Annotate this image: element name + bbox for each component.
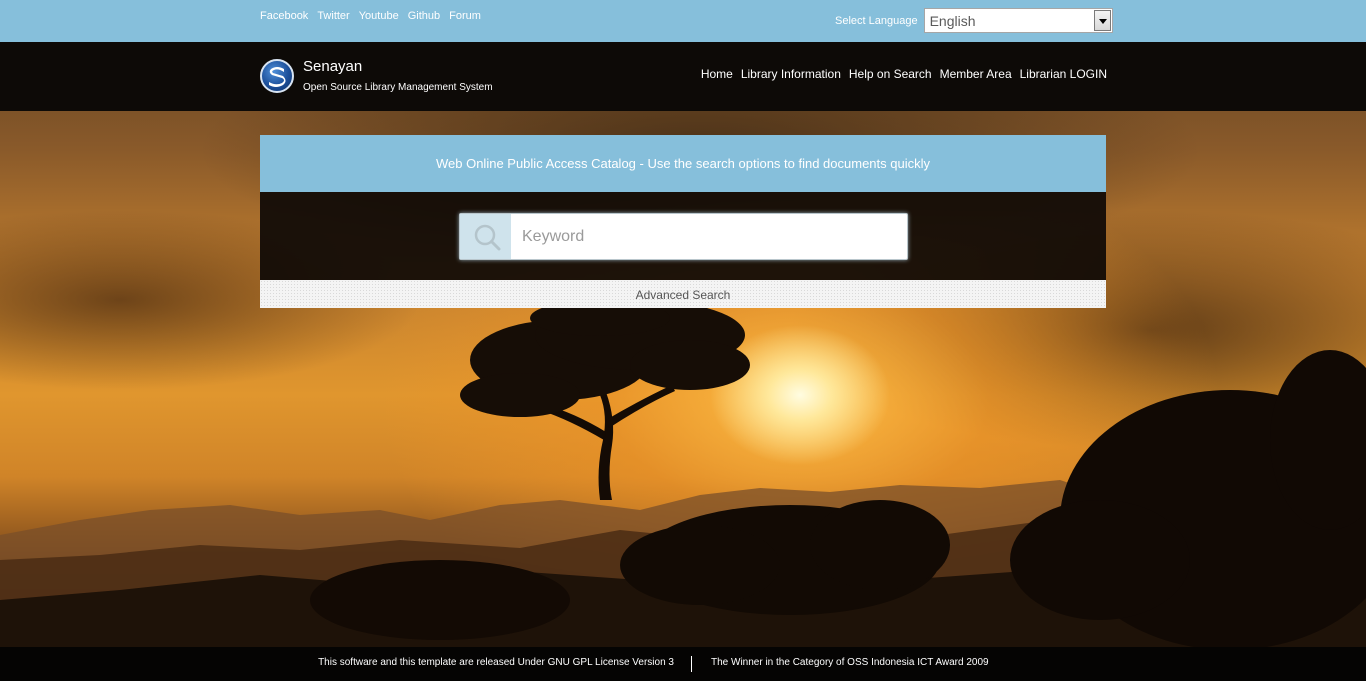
social-link-twitter[interactable]: Twitter (317, 10, 349, 22)
social-link-youtube[interactable]: Youtube (359, 10, 399, 22)
language-selector: Select Language English (835, 8, 1113, 33)
chevron-down-icon[interactable] (1093, 10, 1111, 31)
main-nav: Home Library Information Help on Search … (701, 67, 1107, 81)
site-footer: This software and this template are rele… (0, 647, 1366, 681)
senayan-logo-icon[interactable] (260, 59, 294, 93)
search-icon-container[interactable] (460, 214, 511, 259)
social-links: Facebook Twitter Youtube Github Forum (260, 10, 481, 22)
search-panel-header: Web Online Public Access Catalog - Use t… (260, 135, 1106, 192)
license-text: This software and this template are rele… (318, 657, 674, 668)
site-subtitle: Open Source Library Management System (303, 82, 493, 93)
keyword-search-input[interactable] (511, 214, 907, 259)
logo-s-shape (269, 67, 286, 87)
site-header: Senayan Open Source Library Management S… (0, 42, 1366, 111)
nav-member-area[interactable]: Member Area (940, 67, 1012, 81)
top-bar: Facebook Twitter Youtube Github Forum Se… (0, 0, 1366, 42)
language-selected-value: English (929, 13, 976, 29)
nav-home[interactable]: Home (701, 67, 733, 81)
nav-librarian-login[interactable]: Librarian LOGIN (1020, 67, 1107, 81)
footer-divider (691, 656, 692, 672)
search-box (459, 213, 908, 260)
nav-help-on-search[interactable]: Help on Search (849, 67, 932, 81)
search-icon (474, 224, 501, 251)
search-panel-footer: Advanced Search (260, 280, 1106, 308)
social-link-forum[interactable]: Forum (449, 10, 481, 22)
award-text: The Winner in the Category of OSS Indone… (711, 657, 989, 668)
nav-library-information[interactable]: Library Information (741, 67, 841, 81)
social-link-github[interactable]: Github (408, 10, 440, 22)
search-panel-body (260, 192, 1106, 280)
search-panel-heading: Web Online Public Access Catalog - Use t… (435, 156, 930, 171)
site-name: Senayan (303, 58, 363, 75)
advanced-search-link[interactable]: Advanced Search (636, 288, 731, 302)
language-select[interactable]: English (923, 8, 1113, 33)
language-label: Select Language (835, 14, 918, 27)
social-link-facebook[interactable]: Facebook (260, 10, 308, 22)
